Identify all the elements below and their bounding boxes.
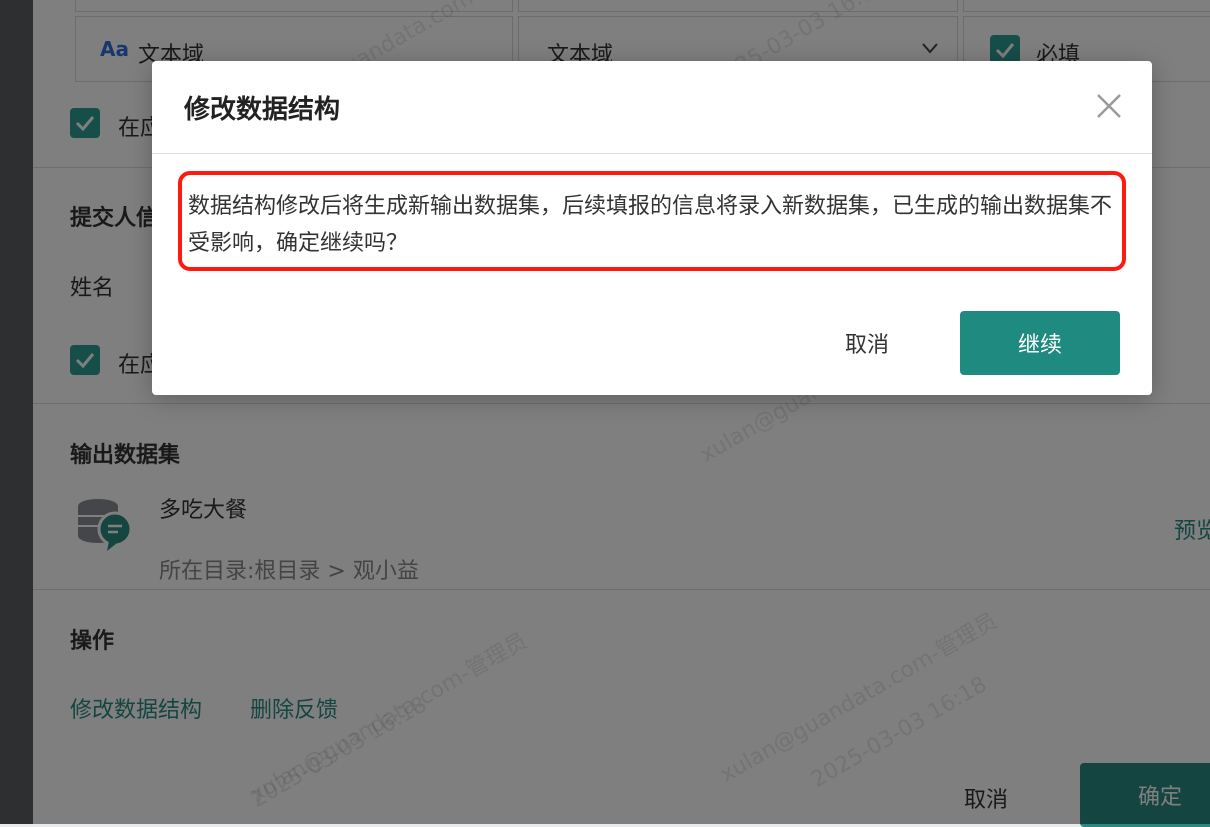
dialog-title: 修改数据结构 [184, 95, 341, 125]
close-icon[interactable] [1094, 91, 1124, 121]
modify-structure-dialog: 修改数据结构 数据结构修改后将生成新输出数据集，后续填报的信息将录入新数据集，已… [152, 61, 1152, 395]
dialog-cancel-button[interactable]: 取消 [822, 311, 912, 375]
dialog-divider [152, 153, 1152, 154]
dialog-cancel-label: 取消 [844, 333, 889, 358]
dialog-continue-button[interactable]: 继续 [960, 311, 1120, 375]
dialog-message: 数据结构修改后将生成新输出数据集，后续填报的信息将录入新数据集，已生成的输出数据… [188, 194, 1113, 256]
message-highlight-box: 数据结构修改后将生成新输出数据集，后续填报的信息将录入新数据集，已生成的输出数据… [178, 171, 1126, 271]
dialog-continue-label: 继续 [1017, 333, 1062, 358]
